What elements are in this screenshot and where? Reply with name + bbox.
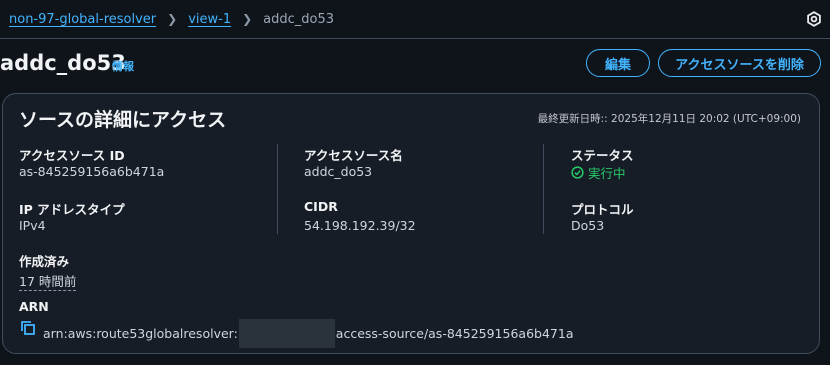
protocol-value: Do53 [571,218,605,233]
chevron-right-icon: ❯ [242,12,253,26]
chevron-right-icon: ❯ [167,12,178,26]
column-divider [277,144,278,234]
details-card: ソースの詳細にアクセス 最終更新日時:: 2025年12月11日 20:02 (… [2,93,820,354]
created-value: 17 時間前 [19,271,77,291]
arn-prefix: arn:aws:route53globalresolver: [43,326,238,341]
page-title: addc_do53 [0,51,126,75]
breadcrumb-current: addc_do53 [263,11,335,27]
ip-address-type-label: IP アドレスタイプ [19,202,125,217]
created-relative-time[interactable]: 17 時間前 [19,274,77,291]
access-source-id-value: as-845259156a6b471a [19,164,165,179]
arn-value: arn:aws:route53globalresolver: access-so… [43,319,573,348]
access-source-id-label: アクセスソース ID [19,148,125,163]
cidr-label: CIDR [304,199,338,214]
protocol-label: プロトコル [571,202,634,217]
title-row: addc_do53 情報 編集 アクセスソースを削除 [0,48,830,80]
info-link[interactable]: 情報 [112,58,134,74]
delete-access-source-button[interactable]: アクセスソースを削除 [658,49,821,77]
card-title: ソースの詳細にアクセス [19,109,227,131]
created-label: 作成済み [19,254,70,269]
settings-icon[interactable] [806,11,822,27]
access-source-name-value: addc_do53 [304,164,373,179]
ip-address-type-value: IPv4 [19,218,46,233]
status-text: 実行中 [588,166,626,181]
column-divider [543,144,544,234]
last-updated: 最終更新日時:: 2025年12月11日 20:02 (UTC+09:00) [537,113,801,125]
cidr-value: 54.198.192.39/32 [304,218,416,233]
redacted-account-id [238,319,335,348]
access-source-name-label: アクセスソース名 [304,148,403,163]
status-value: 実行中 [571,163,626,182]
edit-button[interactable]: 編集 [586,49,650,77]
copy-icon[interactable] [20,320,36,336]
arn-suffix: access-source/as-845259156a6b471a [335,326,574,341]
status-success-icon [571,166,584,179]
top-bar: non-97-global-resolver ❯ view-1 ❯ addc_d… [0,0,830,39]
arn-label: ARN [19,299,49,314]
breadcrumb-resolver[interactable]: non-97-global-resolver [9,12,156,27]
breadcrumb-view[interactable]: view-1 [188,12,231,27]
status-label: ステータス [571,148,634,163]
breadcrumb: non-97-global-resolver ❯ view-1 ❯ addc_d… [9,0,334,38]
